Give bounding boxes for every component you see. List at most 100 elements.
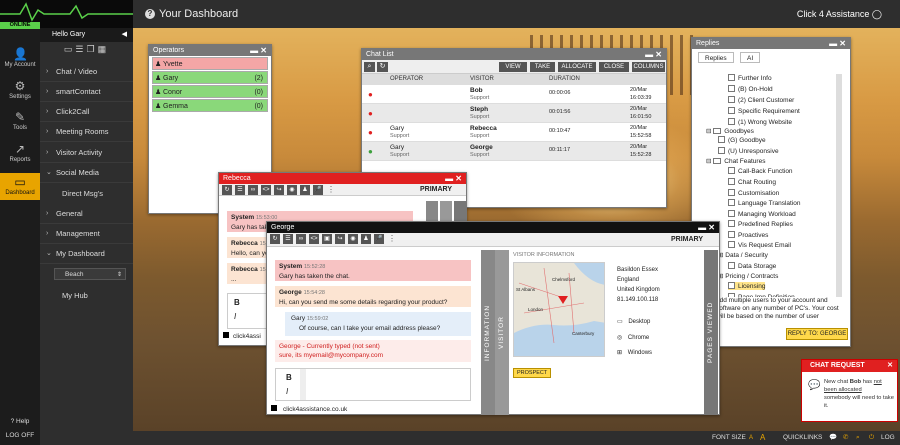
rail-settings[interactable]: ⚙ Settings xyxy=(0,80,40,100)
reply-item[interactable]: Chat Routing xyxy=(728,178,776,186)
col-operator[interactable]: OPERATOR xyxy=(390,74,423,85)
more-icon[interactable]: ⋮ xyxy=(327,185,335,194)
tab-visitor[interactable]: VISITOR xyxy=(495,250,509,415)
collapse-arrow-icon[interactable]: ◀ xyxy=(122,28,127,42)
tab-replies[interactable]: Replies xyxy=(698,52,734,63)
info-icon[interactable]: ? xyxy=(145,9,155,19)
reply-item[interactable]: Call-Back Function xyxy=(728,167,793,175)
tab-information[interactable]: INFORMATION xyxy=(481,250,495,415)
log-label[interactable]: LOG xyxy=(881,431,895,445)
chat-request-popup[interactable]: CHAT REQUEST ✕ 💬 New chat Bob has not bee… xyxy=(801,359,898,422)
reply-item[interactable]: Further Info xyxy=(728,74,772,82)
menu-my-hub[interactable]: My Hub xyxy=(40,286,133,306)
refresh-icon[interactable]: ↻ xyxy=(222,185,232,195)
menu-management[interactable]: › Management xyxy=(40,224,133,244)
visitor-map[interactable]: St Albans Chelmsford London Canterbury xyxy=(513,262,605,357)
rail-dashboard[interactable]: ▭ Dashboard xyxy=(0,173,40,200)
reply-to-button[interactable]: REPLY TO: GEORGE xyxy=(786,328,848,340)
copy-icon[interactable]: ❐ xyxy=(87,44,98,54)
reply-item[interactable]: Language Translation xyxy=(728,199,801,207)
chat-row[interactable]: ● Steph Support 00:01:56 20/Mar 16:01:50 xyxy=(362,104,666,123)
font-increase-button[interactable]: A xyxy=(760,431,765,445)
bold-icon[interactable]: B xyxy=(286,373,292,382)
person-icon[interactable]: ♟ xyxy=(361,234,371,244)
menu-my-dashboard[interactable]: ⌄ My Dashboard xyxy=(40,244,133,264)
list-icon[interactable]: ☰ xyxy=(75,44,86,54)
logoff-link[interactable]: LOG OFF xyxy=(0,432,40,439)
reply-item[interactable]: Managing Workload xyxy=(728,210,796,218)
reply-item[interactable]: (B) On-Hold xyxy=(728,85,773,93)
link-icon[interactable]: ∞ xyxy=(296,234,306,244)
reply-item[interactable]: Specific Requirement xyxy=(728,107,800,115)
list-icon[interactable]: ☰ xyxy=(283,234,293,244)
operator-row[interactable]: ♟ Gary (2) xyxy=(152,71,268,84)
window-controls[interactable]: ▬ ✕ xyxy=(445,173,462,184)
tab-ai[interactable]: AI xyxy=(740,52,761,63)
reply-item[interactable]: Predefined Replies xyxy=(728,220,793,228)
power-icon[interactable]: ⏻ xyxy=(869,431,874,445)
mic-icon[interactable]: 🎤 xyxy=(313,185,323,195)
close-button[interactable]: CLOSE xyxy=(599,62,629,72)
replies-title-bar[interactable]: Replies ▬ ✕ xyxy=(692,38,850,49)
code-icon[interactable]: <> xyxy=(309,234,319,244)
link-icon[interactable]: ∞ xyxy=(248,185,258,195)
chat-row[interactable]: ● Gary Support George Support 00:11:17 2… xyxy=(362,142,666,161)
reply-item-selected[interactable]: Licensing xyxy=(728,282,766,290)
reply-folder[interactable]: ⊟ Goodbyes xyxy=(706,127,754,135)
phone-icon[interactable]: ✆ xyxy=(843,431,848,445)
image-icon[interactable]: ▣ xyxy=(322,234,332,244)
more-icon[interactable]: ⋮ xyxy=(388,234,396,243)
menu-visitor-activity[interactable]: › Visitor Activity xyxy=(40,143,133,163)
reply-folder[interactable]: ⊟ Chat Features xyxy=(706,157,765,165)
tab-pages-viewed[interactable]: PAGES VIEWED xyxy=(704,250,718,415)
grid-icon[interactable]: ▦ xyxy=(98,44,110,54)
reply-folder[interactable]: ⊞ Pricing / Contracts xyxy=(718,272,778,280)
close-icon[interactable]: ✕ xyxy=(887,360,893,372)
reply-item[interactable]: (2) Client Customer xyxy=(728,96,794,104)
online-status-badge[interactable]: ONLINE xyxy=(0,22,40,29)
background-select[interactable]: Beach ⇕ xyxy=(54,268,126,280)
menu-direct-msgs[interactable]: Direct Msg's xyxy=(40,184,133,204)
search-icon[interactable]: ⌕ xyxy=(856,431,860,445)
col-duration[interactable]: DURATION xyxy=(549,74,580,85)
reply-item[interactable]: Customisation xyxy=(728,189,779,197)
font-decrease-button[interactable]: A xyxy=(749,431,753,445)
reply-item[interactable]: (G) Goodbye xyxy=(718,136,766,144)
chat-icon[interactable]: 💬 xyxy=(829,431,837,445)
menu-general[interactable]: › General xyxy=(40,204,133,224)
eye-icon[interactable]: ◉ xyxy=(348,234,358,244)
chat-row[interactable]: ● Gary Support Rebecca Support 00:10:47 … xyxy=(362,123,666,142)
rail-tools[interactable]: ✎ Tools xyxy=(0,111,40,131)
format-scrollbar[interactable] xyxy=(300,369,306,400)
menu-social-media[interactable]: ⌄ Social Media xyxy=(40,163,133,183)
window-controls[interactable]: ▬ ✕ xyxy=(250,45,267,56)
menu-chat-video[interactable]: › Chat / Video xyxy=(40,62,133,82)
reply-item[interactable]: Data Storage xyxy=(728,262,776,270)
list-icon[interactable]: ☰ xyxy=(235,185,245,195)
desktop-icon[interactable]: ▭ xyxy=(64,44,76,54)
prospect-tag[interactable]: PROSPECT xyxy=(513,368,552,378)
take-button[interactable]: TAKE xyxy=(530,62,555,72)
person-icon[interactable]: ♟ xyxy=(300,185,310,195)
forward-icon[interactable]: ↪ xyxy=(274,185,284,195)
search-icon[interactable]: ⌕ xyxy=(364,62,375,72)
menu-smartcontact[interactable]: › smartContact xyxy=(40,82,133,102)
message-input[interactable]: BI xyxy=(275,368,471,401)
reply-item[interactable]: Vis Request Email xyxy=(728,241,791,249)
chat-list-title-bar[interactable]: Chat List ▬ ✕ xyxy=(362,49,666,60)
code-icon[interactable]: <> xyxy=(261,185,271,195)
italic-icon[interactable]: I xyxy=(234,312,236,321)
reply-item[interactable]: (U) Unresponsive xyxy=(718,147,779,155)
operator-row[interactable]: ♟ Yvette xyxy=(152,57,268,70)
eye-icon[interactable]: ◉ xyxy=(287,185,297,195)
window-controls[interactable]: ▬ ✕ xyxy=(645,49,662,60)
reply-item[interactable]: Proactives xyxy=(728,231,768,239)
operator-row[interactable]: ♟ Conor (0) xyxy=(152,85,268,98)
col-visitor[interactable]: VISITOR xyxy=(470,74,494,85)
window-controls[interactable]: ▬ ✕ xyxy=(698,222,715,233)
columns-button[interactable]: COLUMNS xyxy=(632,62,665,72)
forward-icon[interactable]: ↪ xyxy=(335,234,345,244)
mic-icon[interactable]: 🎤 xyxy=(374,234,384,244)
tree-scrollbar[interactable] xyxy=(836,74,842,300)
rebecca-title-bar[interactable]: Rebecca ▬ ✕ xyxy=(219,173,466,184)
